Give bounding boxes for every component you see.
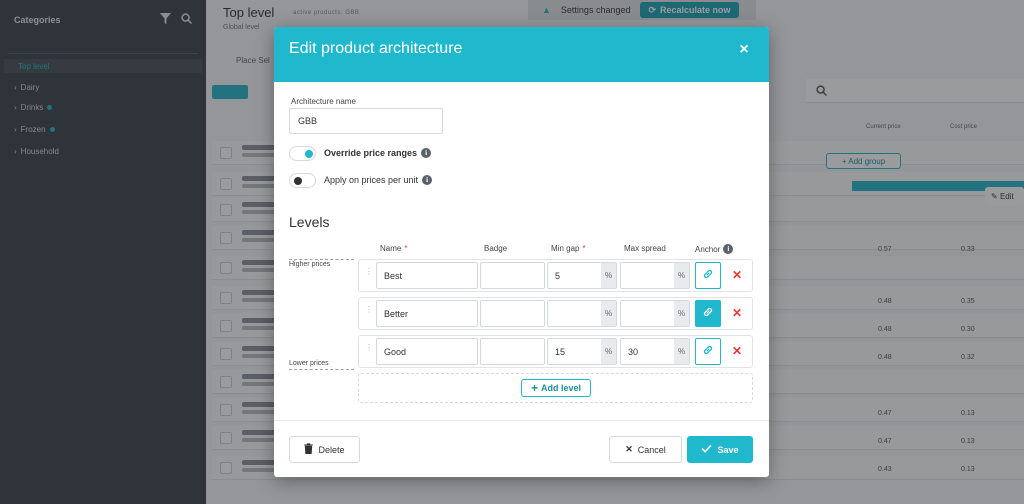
min-gap-input[interactable]: 15% [547,338,617,365]
column-min-gap: Min gap * [551,244,586,253]
level-row-better: ⋮⋮ Better % % ✕ [358,297,753,330]
footer-divider [274,420,769,421]
remove-level-icon[interactable]: ✕ [730,306,744,320]
apply-per-unit-toggle[interactable] [289,173,316,188]
check-icon [701,444,713,455]
level-name-input[interactable]: Best [376,262,478,289]
link-icon [702,344,714,359]
info-icon[interactable]: i [723,244,734,254]
level-badge-input[interactable] [480,338,545,365]
percent-suffix: % [674,339,689,364]
remove-level-icon[interactable]: ✕ [730,268,744,282]
column-badge: Badge [484,244,508,253]
save-button[interactable]: Save [687,436,753,463]
percent-suffix: % [601,339,616,364]
override-price-ranges-toggle[interactable] [289,146,316,161]
max-spread-input[interactable]: % [620,300,690,327]
cancel-button[interactable]: ✕ Cancel [609,436,682,463]
apply-per-unit-label: Apply on prices per unit i [324,175,433,185]
level-row-good: ⋮⋮ Good 15% 30% ✕ [358,335,753,368]
level-name-input[interactable]: Better [376,300,478,327]
close-icon[interactable]: × [735,41,753,59]
percent-suffix: % [674,301,689,326]
max-spread-input[interactable]: 30% [620,338,690,365]
anchor-toggle-button[interactable] [695,300,721,327]
modal-header: Edit product architecture × [274,27,769,82]
lower-prices-label: Lower prices [289,360,329,367]
close-icon: ✕ [625,444,633,454]
info-icon[interactable]: i [421,148,432,158]
trash-icon [304,443,314,456]
architecture-name-input[interactable] [289,108,443,134]
info-icon[interactable]: i [422,175,433,185]
link-icon [702,268,714,283]
plus-icon: + [530,381,538,395]
level-name-input[interactable]: Good [376,338,478,365]
percent-suffix: % [601,263,616,288]
higher-prices-label: Higher prices [289,261,331,268]
override-price-ranges-label: Override price ranges i [324,148,432,158]
range-divider [289,259,354,260]
drag-handle-icon[interactable]: ⋮⋮ [365,344,382,357]
column-max-spread: Max spread [624,244,666,253]
levels-heading: Levels [289,214,330,230]
anchor-toggle-button[interactable] [695,262,721,289]
link-icon [702,306,714,321]
max-spread-input[interactable]: % [620,262,690,289]
level-row-best: ⋮⋮ Best 5% % ✕ [358,259,753,292]
percent-suffix: % [601,301,616,326]
add-level-zone: + Add level [358,373,753,403]
column-name: Name * [380,244,408,253]
level-badge-input[interactable] [480,262,545,289]
remove-level-icon[interactable]: ✕ [730,344,744,358]
min-gap-input[interactable]: % [547,300,617,327]
anchor-toggle-button[interactable] [695,338,721,365]
drag-handle-icon[interactable]: ⋮⋮ [365,306,382,319]
drag-handle-icon[interactable]: ⋮⋮ [365,268,382,281]
architecture-name-label: Architecture name [291,97,356,106]
min-gap-input[interactable]: 5% [547,262,617,289]
edit-architecture-dialog: Edit product architecture × Architecture… [274,27,769,477]
range-divider [289,369,354,370]
column-anchor: Anchor i [695,244,734,254]
add-level-button[interactable]: + Add level [521,379,591,397]
percent-suffix: % [674,263,689,288]
delete-button[interactable]: Delete [289,436,360,463]
modal-title: Edit product architecture [289,40,463,57]
level-badge-input[interactable] [480,300,545,327]
